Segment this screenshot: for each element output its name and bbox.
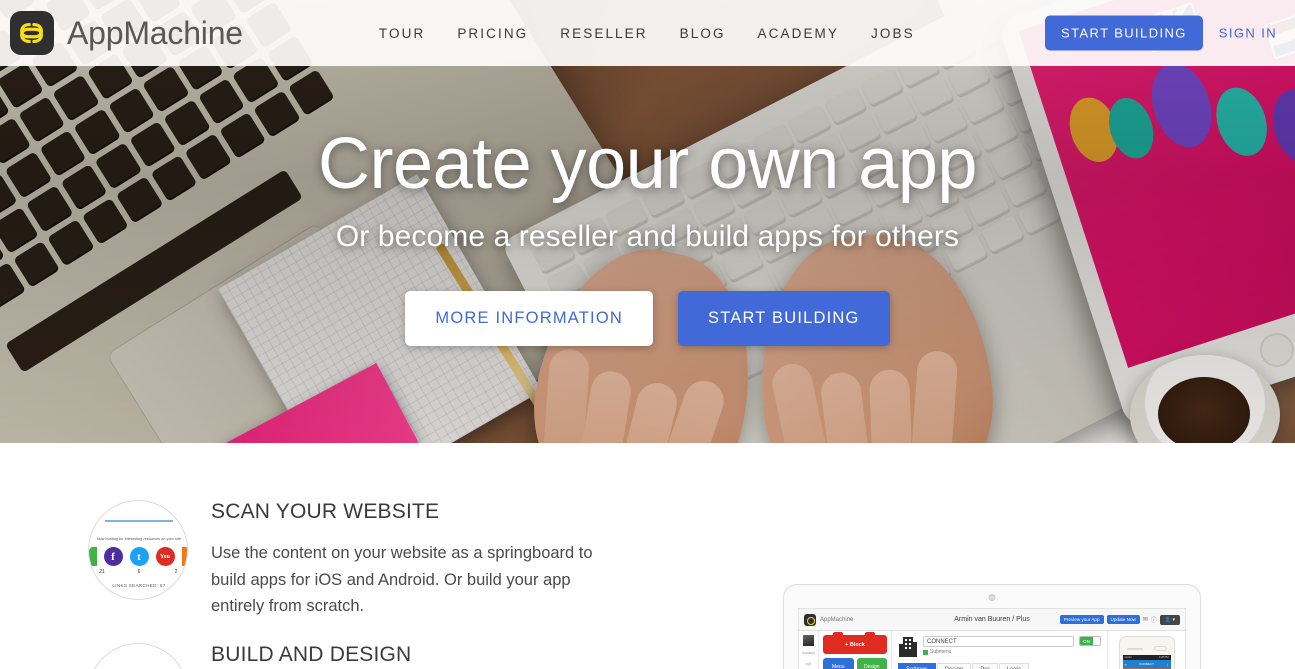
- visibility-toggle[interactable]: ON: [1079, 636, 1101, 646]
- share-icon[interactable]: ⇨: [806, 660, 812, 668]
- sign-in-button[interactable]: SIGN IN: [1211, 16, 1285, 51]
- tab-pro[interactable]: Pro: [972, 663, 998, 669]
- more-information-button[interactable]: MORE INFORMATION: [405, 291, 653, 346]
- editor-left-rail: SCREEN ⇨ ⏱ ⓘ: [799, 631, 819, 669]
- nav-item-academy[interactable]: ACADEMY: [758, 26, 839, 41]
- help-icon[interactable]: ⓘ: [1151, 615, 1157, 624]
- submenu-label: Submenu: [930, 649, 952, 655]
- hero-start-building-button[interactable]: START BUILDING: [677, 291, 890, 346]
- feature-text-block: SCAN YOUR WEBSITE Use the content on you…: [211, 500, 611, 620]
- hero-title: Create your own app: [318, 124, 977, 204]
- appmachine-logo-icon: [10, 11, 54, 55]
- main-navigation: TOUR PRICING RESELLER BLOG ACADEMY JOBS: [379, 26, 915, 41]
- phone-speaker-icon: [1126, 647, 1143, 650]
- phone-top-row: [1123, 646, 1171, 651]
- phone-back-icon[interactable]: «: [1125, 662, 1127, 667]
- social-badge-row: f t You: [89, 547, 187, 566]
- nav-item-reseller[interactable]: RESELLER: [560, 26, 647, 41]
- block-name-input[interactable]: CONNECT: [923, 636, 1074, 647]
- editor-tabs: Settings Design Pro Logic: [898, 663, 1101, 669]
- phone-nav-title: CONNECT: [1139, 662, 1154, 666]
- feature-text-block-2: BUILD AND DESIGN: [211, 643, 611, 669]
- editor-brand-label: AppMachine: [820, 616, 854, 623]
- feature-scan-your-website: Now hunting for interesting resources on…: [88, 500, 611, 620]
- feature-title-scan: SCAN YOUR WEBSITE: [211, 500, 440, 523]
- tab-settings[interactable]: Settings: [898, 663, 936, 669]
- editor-screenshot-mockup: AppMachine Armin van Buuren / Plus Previ…: [783, 584, 1201, 669]
- nav-item-pricing[interactable]: PRICING: [457, 26, 528, 41]
- submenu-row: Submenu: [923, 649, 1074, 655]
- facebook-count: 21: [99, 569, 105, 575]
- editor-main-panel: CONNECT Submenu ON: [892, 631, 1107, 669]
- nav-item-jobs[interactable]: JOBS: [871, 26, 915, 41]
- screen-thumbnail-icon[interactable]: [803, 635, 814, 646]
- appmachine-editor: AppMachine Armin van Buuren / Plus Previ…: [798, 608, 1186, 669]
- feature-build-and-design: 🐦 BUILD AND DESIGN: [88, 643, 611, 669]
- messages-icon[interactable]: ✉: [1143, 616, 1148, 623]
- add-block-button[interactable]: + Block: [823, 632, 887, 654]
- block-pair-row: Menu Design: [823, 658, 887, 669]
- editor-body: SCREEN ⇨ ⏱ ⓘ + Block Menu Design CONNECT: [799, 631, 1185, 669]
- social-counts-row: 21 6 2: [89, 569, 187, 575]
- update-now-button[interactable]: Update Now: [1106, 615, 1140, 624]
- phone-down-icon[interactable]: ↓: [1167, 662, 1169, 667]
- tablet-camera-icon: [988, 594, 996, 601]
- editor-toolbar-actions: Preview your App Update Now ✉ ⓘ 👤 ▾: [1059, 614, 1180, 625]
- header-actions: START BUILDING SIGN IN: [1045, 15, 1285, 51]
- menu-block[interactable]: Menu: [823, 658, 854, 669]
- building-icon: [898, 636, 918, 658]
- phone-screen: carrier 3:28 PM « CONNECT ↓: [1122, 655, 1171, 669]
- preview-app-button[interactable]: Preview your App: [1059, 615, 1104, 624]
- hero-content: Create your own app Or become a reseller…: [0, 0, 1295, 443]
- hero-button-group: MORE INFORMATION START BUILDING: [405, 291, 890, 346]
- editor-logo-icon: [804, 613, 816, 626]
- scan-caption: Now hunting for interesting resources on…: [96, 537, 182, 541]
- nav-item-tour[interactable]: TOUR: [379, 26, 425, 41]
- editor-block-header: CONNECT Submenu ON: [898, 636, 1101, 658]
- editor-phone-preview: carrier 3:28 PM « CONNECT ↓: [1107, 631, 1185, 669]
- social-partial-right-icon: [181, 547, 187, 566]
- website-scan-circle-icon: Now hunting for interesting resources on…: [88, 500, 188, 600]
- phone-nav-bar: « CONNECT ↓: [1122, 660, 1171, 668]
- phone-mockup: carrier 3:28 PM « CONNECT ↓: [1118, 636, 1175, 669]
- rail-screen-label: SCREEN: [802, 651, 815, 655]
- phone-carrier-label: carrier: [1124, 656, 1132, 659]
- feature-title-build: BUILD AND DESIGN: [211, 643, 412, 666]
- submenu-square-icon: [923, 649, 928, 655]
- lego-blocks-circle-icon: 🐦: [88, 643, 188, 669]
- hero-subtitle: Or become a reseller and build apps for …: [335, 220, 960, 253]
- tab-logic[interactable]: Logic: [998, 663, 1030, 669]
- youtube-icon: You: [155, 547, 175, 566]
- design-block[interactable]: Design: [856, 658, 887, 669]
- user-menu-button[interactable]: 👤 ▾: [1159, 614, 1180, 625]
- editor-project-title: Armin van Buuren / Plus: [954, 616, 1030, 623]
- phone-time-label: 3:28 PM: [1158, 656, 1169, 659]
- brand-logo-link[interactable]: AppMachine: [10, 11, 243, 55]
- feature-body-scan: Use the content on your website as a spr…: [211, 544, 593, 616]
- youtube-count: 2: [174, 569, 178, 575]
- nav-item-blog[interactable]: BLOG: [680, 26, 726, 41]
- editor-blocks-panel: + Block Menu Design CONNECT: [819, 631, 892, 669]
- facebook-icon: f: [103, 547, 123, 566]
- toggle-on-label: ON: [1080, 637, 1093, 645]
- page-root: Create your own app Or become a reseller…: [0, 0, 1295, 669]
- visibility-toggle-wrap: ON: [1079, 636, 1101, 646]
- editor-toolbar: AppMachine Armin van Buuren / Plus Previ…: [799, 609, 1185, 631]
- phone-camera-icon: [1153, 646, 1167, 651]
- social-partial-left-icon: [89, 547, 97, 566]
- twitter-icon: t: [129, 547, 149, 566]
- scan-progress-line: [105, 520, 173, 522]
- tablet-frame: AppMachine Armin van Buuren / Plus Previ…: [783, 584, 1201, 669]
- header-start-building-button[interactable]: START BUILDING: [1045, 15, 1203, 51]
- links-searched-label: LINKS SEARCHED: 67: [112, 583, 166, 588]
- site-header: AppMachine TOUR PRICING RESELLER BLOG AC…: [0, 0, 1295, 66]
- brand-name: AppMachine: [67, 14, 243, 51]
- twitter-count: 6: [137, 569, 141, 575]
- tab-design[interactable]: Design: [936, 663, 972, 669]
